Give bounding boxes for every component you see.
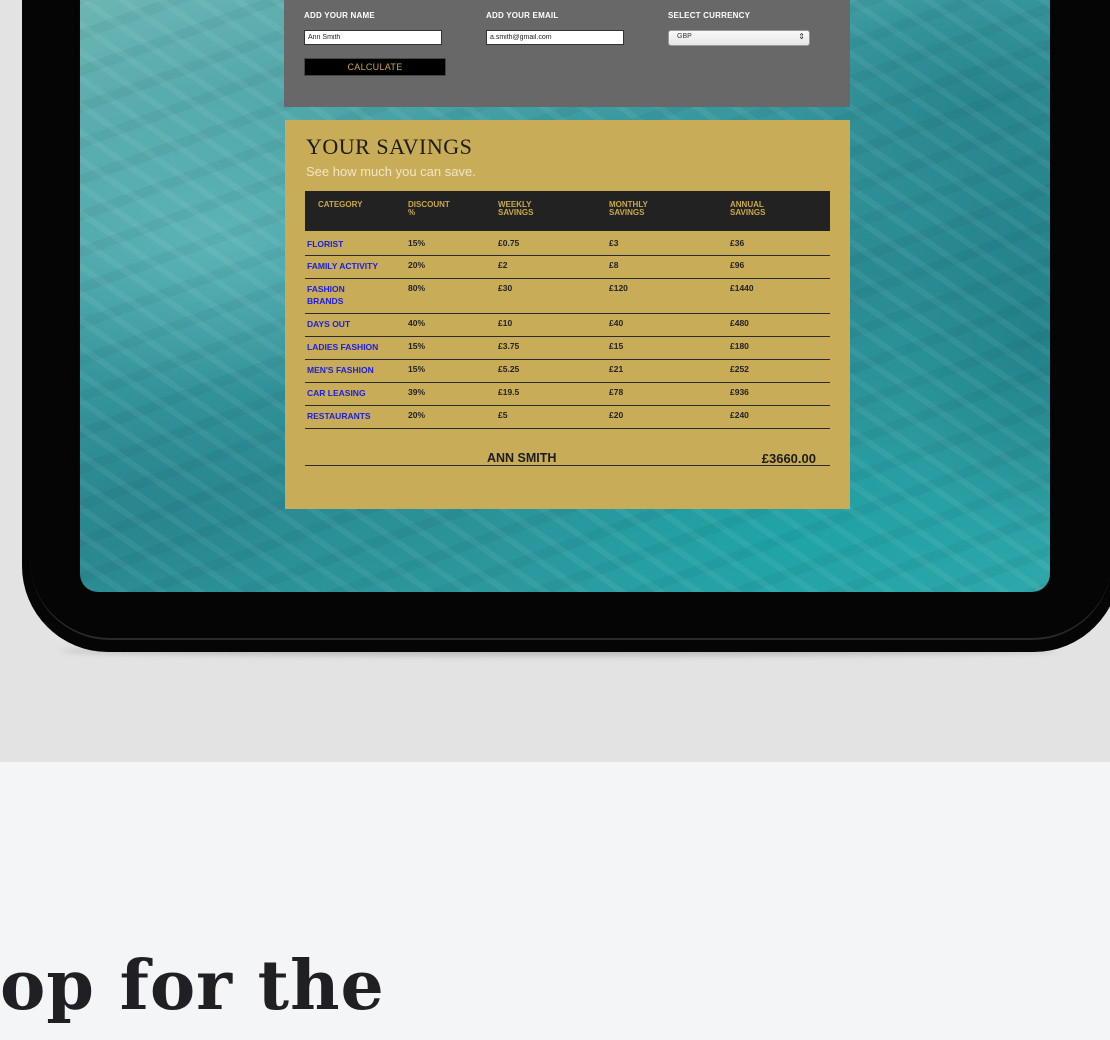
monthly-cell: £3 bbox=[609, 238, 619, 248]
email-label: ADD YOUR EMAIL bbox=[486, 11, 559, 20]
table-row: LADIES FASHION 15% £3.75 £15 £180 bbox=[305, 337, 830, 360]
monthly-cell: £78 bbox=[609, 387, 624, 397]
total-value: £3660.00 bbox=[761, 451, 816, 466]
category-link[interactable]: FLORIST bbox=[307, 238, 395, 250]
annual-cell: £252 bbox=[730, 364, 749, 374]
monthly-cell: £21 bbox=[609, 364, 624, 374]
annual-cell: £36 bbox=[730, 238, 745, 248]
header-weekly: WEEKLY SAVINGS bbox=[498, 200, 534, 217]
discount-cell: 39% bbox=[408, 387, 426, 397]
total-name: ANN SMITH bbox=[487, 451, 557, 465]
discount-cell: 15% bbox=[408, 364, 426, 374]
header-discount: DISCOUNT % bbox=[408, 200, 450, 217]
annual-cell: £1440 bbox=[730, 283, 754, 293]
table-row: FASHION BRANDS 80% £30 £120 £1440 bbox=[305, 279, 830, 314]
weekly-cell: £19.5 bbox=[498, 387, 520, 397]
category-link[interactable]: CAR LEASING bbox=[307, 387, 395, 399]
email-input[interactable] bbox=[486, 30, 624, 45]
table-row: DAYS OUT 40% £10 £40 £480 bbox=[305, 314, 830, 337]
weekly-cell: £3.75 bbox=[498, 341, 520, 351]
monthly-cell: £8 bbox=[609, 260, 619, 270]
weekly-cell: £30 bbox=[498, 283, 513, 293]
currency-select[interactable]: GBP ⇕ bbox=[668, 30, 810, 46]
monthly-cell: £15 bbox=[609, 341, 624, 351]
category-link[interactable]: FAMILY ACTIVITY bbox=[307, 260, 402, 272]
weekly-cell: £2 bbox=[498, 260, 508, 270]
monthly-cell: £20 bbox=[609, 410, 624, 420]
calculate-button[interactable]: CALCULATE bbox=[304, 58, 446, 76]
discount-cell: 15% bbox=[408, 238, 426, 248]
device-showcase: ADD YOUR NAME ADD YOUR EMAIL SELECT CURR… bbox=[0, 0, 1110, 762]
table-row: RESTAURANTS 20% £5 £20 £240 bbox=[305, 406, 830, 429]
name-input[interactable] bbox=[304, 30, 442, 45]
table-row: FAMILY ACTIVITY 20% £2 £8 £96 bbox=[305, 256, 830, 279]
category-link[interactable]: MEN'S FASHION bbox=[307, 364, 402, 376]
category-link[interactable]: FASHION BRANDS bbox=[307, 283, 367, 307]
table-row: MEN'S FASHION 15% £5.25 £21 £252 bbox=[305, 360, 830, 383]
header-category: CATEGORY bbox=[318, 200, 363, 209]
weekly-cell: £5 bbox=[498, 410, 508, 420]
currency-value: GBP bbox=[677, 33, 692, 40]
discount-cell: 20% bbox=[408, 260, 426, 270]
discount-cell: 80% bbox=[408, 283, 426, 293]
category-link[interactable]: LADIES FASHION bbox=[307, 341, 402, 353]
table-row: FLORIST 15% £0.75 £3 £36 bbox=[305, 234, 830, 256]
annual-cell: £240 bbox=[730, 410, 749, 420]
weekly-cell: £5.25 bbox=[498, 364, 520, 374]
annual-cell: £180 bbox=[730, 341, 749, 351]
savings-title: YOUR SAVINGS bbox=[306, 134, 473, 159]
discount-cell: 40% bbox=[408, 318, 426, 328]
savings-panel: YOUR SAVINGS See how much you can save. … bbox=[285, 120, 850, 509]
annual-cell: £96 bbox=[730, 260, 745, 270]
savings-subtitle: See how much you can save. bbox=[306, 164, 476, 179]
discount-cell: 20% bbox=[408, 410, 426, 420]
category-link[interactable]: RESTAURANTS bbox=[307, 410, 395, 422]
monthly-cell: £40 bbox=[609, 318, 624, 328]
select-arrows-icon: ⇕ bbox=[798, 32, 805, 41]
name-label: ADD YOUR NAME bbox=[304, 11, 375, 20]
discount-cell: 15% bbox=[408, 341, 426, 351]
table-header: CATEGORY DISCOUNT % WEEKLY SAVINGS MONTH… bbox=[305, 191, 830, 231]
annual-cell: £480 bbox=[730, 318, 749, 328]
monthly-cell: £120 bbox=[609, 283, 628, 293]
header-annual: ANNUAL SAVINGS bbox=[730, 200, 766, 217]
total-divider bbox=[305, 465, 830, 466]
header-monthly: MONTHLY SAVINGS bbox=[609, 200, 648, 217]
table-row: CAR LEASING 39% £19.5 £78 £936 bbox=[305, 383, 830, 406]
annual-cell: £936 bbox=[730, 387, 749, 397]
weekly-cell: £10 bbox=[498, 318, 513, 328]
category-link[interactable]: DAYS OUT bbox=[307, 318, 395, 330]
section-headline: op for the bbox=[0, 946, 385, 1026]
savings-table-body: FLORIST 15% £0.75 £3 £36 FAMILY ACTIVITY… bbox=[305, 234, 830, 429]
savings-form: ADD YOUR NAME ADD YOUR EMAIL SELECT CURR… bbox=[284, 0, 850, 107]
currency-label: SELECT CURRENCY bbox=[668, 11, 751, 20]
weekly-cell: £0.75 bbox=[498, 238, 520, 248]
